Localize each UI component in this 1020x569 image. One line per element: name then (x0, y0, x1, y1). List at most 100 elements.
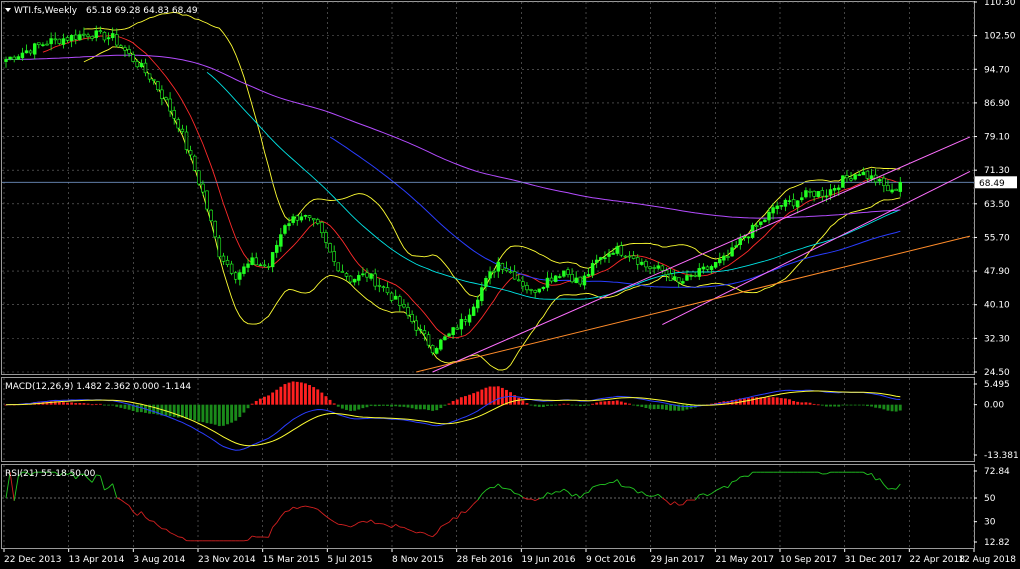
candle-body (664, 270, 669, 275)
candle-body (213, 220, 217, 238)
candle-body (8, 56, 12, 60)
macd-histogram-bar (681, 404, 685, 411)
macd-histogram-bar (492, 386, 496, 405)
rsi-segment (407, 529, 413, 532)
date-tick-label: 28 Feb 2016 (457, 555, 513, 565)
rsi-segment (592, 485, 597, 488)
candle-body (332, 251, 336, 262)
candle-body (303, 215, 308, 217)
macd-histogram-bar (665, 404, 668, 410)
candle-body (283, 225, 287, 234)
price-tick-label: 32.30 (984, 334, 1010, 344)
macd-histogram-bar (78, 403, 82, 405)
macd-histogram-bar (870, 404, 873, 407)
macd-histogram-bar (894, 404, 898, 412)
rsi-segment (252, 535, 257, 538)
candle-body (422, 330, 427, 335)
rsi-segment (104, 487, 109, 491)
macd-histogram-bar (414, 404, 418, 410)
candle-body (168, 98, 172, 112)
date-tick-label: 12 Aug 2018 (958, 555, 1016, 565)
date-tick-label: 9 Oct 2016 (586, 555, 636, 565)
rsi-segment (112, 483, 118, 498)
macd-histogram-bar (500, 387, 504, 405)
candle-body (115, 34, 119, 46)
rsi-segment (543, 492, 548, 498)
macd-histogram-bar (476, 391, 480, 405)
macd-histogram-bar (242, 404, 246, 413)
trendline[interactable] (416, 235, 971, 373)
candle-body (648, 266, 652, 269)
macd-histogram-bar (747, 398, 750, 405)
candle-body (787, 200, 792, 202)
macd-histogram-bar (459, 397, 463, 405)
rsi-segment (740, 475, 745, 478)
candle-body (344, 273, 349, 277)
trendline[interactable] (662, 171, 971, 326)
price-tick-label: 94.70 (984, 65, 1010, 75)
candle-body (188, 150, 193, 156)
candle-body (484, 278, 488, 287)
candle-body (722, 255, 726, 261)
rsi-segment (502, 487, 507, 490)
rsi-segment (108, 483, 113, 488)
price-tick-label: 79.10 (984, 133, 1010, 143)
candle-layer (4, 25, 902, 356)
candle-body (791, 199, 796, 207)
candle-body (808, 190, 812, 193)
rsi-segment (416, 531, 421, 534)
candle-body (250, 257, 254, 265)
trendline[interactable] (432, 136, 971, 373)
macd-histogram-bar (521, 400, 525, 405)
candle-body (439, 339, 443, 350)
macd-histogram-bar (328, 399, 332, 405)
price-tick-label: 71.30 (984, 166, 1010, 176)
macd-histogram-bar (246, 404, 250, 409)
candle-body (529, 289, 533, 291)
candle-body (853, 174, 857, 180)
candle-body (890, 189, 894, 193)
macd-histogram-bar (443, 404, 447, 406)
rsi-segment (871, 473, 877, 481)
rsi-segment (891, 488, 897, 490)
rsi-segment (297, 506, 302, 509)
rsi-segment (469, 503, 474, 509)
macd-histogram-bar (890, 404, 894, 412)
candle-body (254, 257, 258, 266)
candle-body (824, 195, 829, 198)
rsi-segment (243, 539, 249, 542)
macd-histogram-bar (168, 404, 172, 417)
macd-histogram-bar (418, 404, 422, 410)
macd-histogram-bar (123, 404, 127, 409)
macd-histogram-bar (308, 385, 311, 405)
macd-histogram-bar (435, 404, 439, 411)
rsi-segment (473, 499, 479, 505)
macd-histogram-bar (103, 404, 106, 406)
candle-body (594, 259, 599, 263)
macd-histogram-bar (833, 404, 837, 407)
candle-body (603, 257, 607, 260)
price-tick-label: 40.10 (984, 301, 1010, 311)
macd-histogram-bar (369, 404, 373, 406)
candle-body (258, 264, 263, 267)
candle-body (525, 285, 529, 291)
macd-histogram-bar (636, 404, 640, 407)
rsi-segment (157, 525, 163, 530)
rsi-segment (629, 486, 634, 490)
candle-body (689, 275, 693, 277)
candle-body (373, 273, 377, 287)
rsi-segment (173, 534, 179, 538)
macd-histogram-bar (849, 404, 853, 406)
price-tick-label: 110.30 (984, 0, 1016, 8)
rsi-segment (169, 532, 175, 535)
candle-body (238, 272, 242, 280)
macd-histogram-bar (751, 397, 755, 405)
macd-histogram-bar (841, 404, 845, 406)
candle-body (517, 279, 521, 282)
dropdown-triangle-icon[interactable] (5, 8, 11, 12)
candle-body (775, 205, 779, 209)
macd-histogram-bar (185, 404, 188, 419)
candle-body (754, 225, 759, 227)
macd-histogram-bar (381, 404, 385, 406)
candle-body (176, 119, 181, 129)
